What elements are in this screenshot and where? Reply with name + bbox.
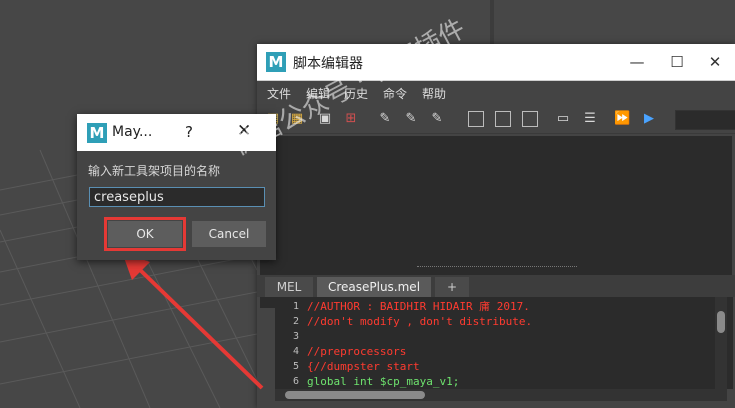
source-script-icon[interactable]: ▦ <box>289 111 305 127</box>
input-label: 输入新工具架项目的名称 <box>88 164 221 178</box>
help-button[interactable]: ? <box>185 123 193 141</box>
line-number-gutter: 1 2 3 4 5 6 <box>275 297 301 389</box>
line-number: 3 <box>292 331 299 342</box>
close-button[interactable]: ✕ <box>237 121 251 141</box>
menu-command[interactable]: 命令 <box>383 85 407 102</box>
ok-button[interactable]: OK <box>104 217 186 251</box>
code-line: //don't modify , don't distribute. <box>307 315 533 328</box>
save-script-icon[interactable]: ▣ <box>317 111 333 127</box>
line-number: 2 <box>292 316 299 327</box>
minimize-button[interactable]: — <box>617 49 657 75</box>
cancel-button[interactable]: Cancel <box>192 221 266 247</box>
dialog-titlebar[interactable]: M May... ? ✕ <box>77 114 276 151</box>
line-number: 5 <box>292 361 299 372</box>
echo-commands-icon[interactable]: ▭ <box>555 111 571 127</box>
menu-file[interactable]: 文件 <box>267 85 291 102</box>
line-number: 1 <box>292 301 299 312</box>
code-line: //AUTHOR : BAIDHIR HIDAIR 庯 2017. <box>307 300 530 313</box>
menu-help[interactable]: 帮助 <box>422 85 446 102</box>
code-editor[interactable]: 1 2 3 4 5 6 //AUTHOR : BAIDHIR HIDAIR 庯 2017.… <box>275 297 733 389</box>
script-editor-titlebar[interactable]: M 脚本编辑器 — ☐ ✕ <box>257 44 735 81</box>
code-line: {//dumpster start <box>307 360 420 373</box>
clear-input-icon[interactable]: ✎ <box>403 111 419 127</box>
execute-icon[interactable]: ▶ <box>641 111 657 127</box>
maximize-button[interactable]: ☐ <box>657 49 697 75</box>
show-input-icon[interactable] <box>495 111 511 127</box>
menu-edit[interactable]: 编辑 <box>306 85 330 102</box>
execute-all-icon[interactable]: ⏩ <box>614 111 630 127</box>
code-line: global int $cp_maya_v1; <box>307 375 460 388</box>
toolbar: ▤ ▦ ▣ ⊞ ✎ ✎ ✎ ▭ ☰ ⏩ ▶ <box>257 103 735 134</box>
show-both-icon[interactable] <box>522 111 538 127</box>
close-button[interactable]: ✕ <box>695 49 735 75</box>
horizontal-scroll-thumb[interactable] <box>285 391 425 399</box>
vertical-scrollbar[interactable] <box>715 297 727 389</box>
code-line: //preprocessors <box>307 345 407 358</box>
new-shelf-item-dialog: M May... ? ✕ 输入新工具架项目的名称 creaseplus OK C… <box>77 114 276 260</box>
show-history-icon[interactable] <box>468 111 484 127</box>
horizontal-scrollbar[interactable] <box>275 389 727 401</box>
script-editor-window: M 脚本编辑器 — ☐ ✕ 文件 编辑 历史 命令 帮助 ▤ ▦ ▣ ⊞ ✎ ✎… <box>257 44 735 408</box>
script-tabs: MEL CreasePlus.mel + <box>257 275 735 297</box>
panel-splitter[interactable] <box>417 266 577 270</box>
clear-history-icon[interactable]: ✎ <box>377 111 393 127</box>
dialog-title: May... <box>112 124 153 140</box>
tab-add[interactable]: + <box>435 277 469 297</box>
line-number: 4 <box>292 346 299 357</box>
line-numbers-icon[interactable]: ☰ <box>582 111 598 127</box>
shelf-item-name-input[interactable]: creaseplus <box>89 187 265 207</box>
vertical-scroll-thumb[interactable] <box>717 311 725 333</box>
save-to-shelf-icon[interactable]: ⊞ <box>343 111 359 127</box>
menu-bar: 文件 编辑 历史 命令 帮助 <box>257 81 735 103</box>
clear-all-icon[interactable]: ✎ <box>429 111 445 127</box>
maya-logo-icon: M <box>87 123 107 143</box>
line-number: 6 <box>292 376 299 387</box>
maya-logo-icon: M <box>266 52 286 72</box>
tab-creaseplus[interactable]: CreasePlus.mel <box>317 277 431 297</box>
tab-mel[interactable]: MEL <box>265 277 313 297</box>
window-title: 脚本编辑器 <box>293 56 363 72</box>
search-field[interactable] <box>675 110 735 130</box>
menu-history[interactable]: 历史 <box>344 85 368 102</box>
